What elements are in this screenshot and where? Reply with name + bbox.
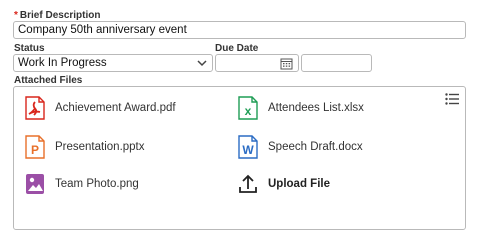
file-name: Attendees List.xlsx [268, 102, 364, 114]
file-item-speech-draft[interactable]: W Speech Draft.docx [237, 135, 363, 159]
svg-text:W: W [242, 143, 254, 157]
pdf-file-icon [25, 96, 45, 120]
file-name: Speech Draft.docx [268, 141, 363, 153]
file-item-attendees-list[interactable]: x Attendees List.xlsx [237, 96, 364, 120]
file-item-presentation[interactable]: P Presentation.pptx [24, 135, 145, 159]
powerpoint-file-icon: P [25, 135, 45, 159]
brief-description-label: * Brief Description [14, 10, 101, 21]
file-name: Team Photo.png [55, 178, 139, 190]
file-item-team-photo[interactable]: Team Photo.png [24, 172, 139, 196]
chevron-down-icon [197, 60, 207, 67]
file-item-achievement-award[interactable]: Achievement Award.pdf [24, 96, 176, 120]
status-select[interactable]: Work In Progress [13, 54, 213, 72]
attached-files-label: Attached Files [14, 75, 83, 86]
upload-icon [239, 174, 257, 193]
file-name: Presentation.pptx [55, 141, 145, 153]
word-file-icon: W [238, 135, 258, 159]
list-menu-icon[interactable] [445, 93, 459, 105]
svg-text:P: P [31, 143, 39, 157]
due-date-input[interactable] [215, 54, 299, 72]
status-label: Status [14, 43, 45, 54]
file-name: Achievement Award.pdf [55, 102, 176, 114]
due-date-label: Due Date [215, 43, 259, 54]
upload-file-label: Upload File [268, 178, 330, 190]
due-time-input[interactable] [301, 54, 372, 72]
svg-text:x: x [245, 104, 252, 118]
attached-files-panel: Achievement Award.pdf x Attendees List.x… [13, 86, 466, 230]
excel-file-icon: x [238, 96, 258, 120]
image-file-icon [26, 174, 44, 194]
required-mark: * [14, 10, 18, 21]
brief-description-value: Company 50th anniversary event [18, 24, 187, 36]
brief-description-input[interactable]: Company 50th anniversary event [13, 21, 466, 39]
calendar-icon[interactable] [280, 57, 293, 70]
status-value: Work In Progress [18, 57, 107, 69]
upload-file-button[interactable]: Upload File [237, 172, 330, 196]
